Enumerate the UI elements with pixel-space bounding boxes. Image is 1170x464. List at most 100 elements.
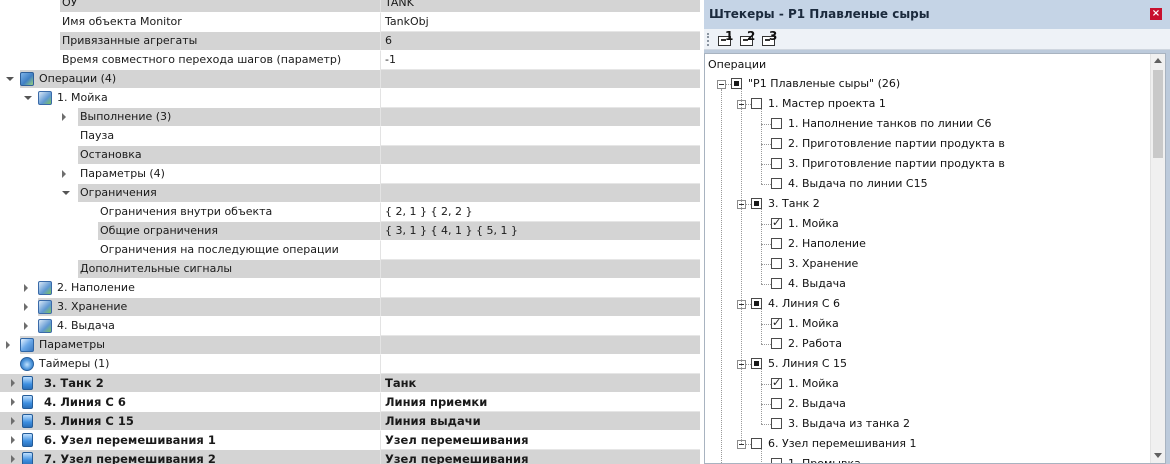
property-value[interactable]: -1	[380, 51, 700, 70]
tree-node[interactable]: 2. Работа	[705, 334, 1149, 354]
node-checkbox[interactable]	[771, 398, 782, 409]
node-checkbox[interactable]	[751, 198, 762, 209]
property-row[interactable]: 5. Линия С 15 Линия выдачи	[0, 412, 700, 431]
expand-arrow-icon[interactable]	[62, 170, 66, 178]
property-value[interactable]	[380, 260, 700, 279]
expand-arrow-icon[interactable]	[11, 398, 15, 406]
tree-node[interactable]: 2. Приготовление партии продукта в	[705, 134, 1149, 154]
collapse-toggle-icon[interactable]	[717, 80, 726, 89]
node-checkbox[interactable]	[771, 238, 782, 249]
property-value[interactable]	[380, 355, 700, 374]
tree-node[interactable]: 1. Мастер проекта 1	[705, 94, 1149, 114]
level-3-button[interactable]: 3	[760, 29, 779, 48]
node-checkbox[interactable]	[771, 216, 782, 229]
node-checkbox[interactable]	[771, 178, 782, 189]
property-row[interactable]: 7. Узел перемешивания 2 Узел перемешивани…	[0, 450, 700, 464]
node-checkbox[interactable]	[771, 258, 782, 269]
node-checkbox[interactable]	[771, 458, 782, 463]
node-checkbox[interactable]	[771, 418, 782, 429]
tree-node[interactable]: 1. Мойка	[705, 214, 1149, 234]
node-checkbox[interactable]	[771, 338, 782, 349]
tree-node[interactable]: 3. Хранение	[705, 254, 1149, 274]
tree-node[interactable]: 3. Выдача из танка 2	[705, 414, 1149, 434]
property-row[interactable]: Пауза	[0, 127, 700, 146]
property-value[interactable]	[380, 165, 700, 184]
property-row[interactable]: 3. Танк 2 Танк	[0, 374, 700, 393]
property-row[interactable]: 4. Линия С 6 Линия приемки	[0, 393, 700, 412]
property-value[interactable]	[380, 317, 700, 336]
property-value[interactable]	[380, 241, 700, 260]
property-value[interactable]: TANK	[380, 0, 700, 13]
expand-arrow-icon[interactable]	[6, 341, 10, 349]
tree-node[interactable]: 4. Линия С 6	[705, 294, 1149, 314]
expand-arrow-icon[interactable]	[24, 303, 28, 311]
node-checkbox[interactable]	[751, 358, 762, 369]
level-1-button[interactable]: 1	[716, 29, 735, 48]
tree-node[interactable]: 5. Линия С 15	[705, 354, 1149, 374]
property-row[interactable]: 6. Узел перемешивания 1 Узел перемешивани…	[0, 431, 700, 450]
property-row[interactable]: Параметры	[0, 336, 700, 355]
property-value[interactable]: Линия выдачи	[380, 412, 700, 431]
property-row[interactable]: 1. Мойка	[0, 89, 700, 108]
property-row[interactable]: 2. Наполение	[0, 279, 700, 298]
property-row[interactable]: Общие ограничения { 3, 1 } { 4, 1 } { 5, …	[0, 222, 700, 241]
node-checkbox[interactable]	[771, 118, 782, 129]
vertical-scrollbar[interactable]	[1150, 54, 1165, 463]
property-value[interactable]: TankObj	[380, 13, 700, 32]
level-2-button[interactable]: 2	[738, 29, 757, 48]
property-row[interactable]: Ограничения	[0, 184, 700, 203]
property-value[interactable]	[380, 279, 700, 298]
toolbar-grip-icon[interactable]	[707, 33, 711, 46]
property-row[interactable]: Таймеры (1)	[0, 355, 700, 374]
expand-arrow-icon[interactable]	[62, 113, 66, 121]
property-value[interactable]	[380, 127, 700, 146]
property-row[interactable]: Ограничения на последующие операции	[0, 241, 700, 260]
node-checkbox[interactable]	[751, 98, 762, 109]
node-checkbox[interactable]	[771, 138, 782, 149]
tree-node[interactable]: 3. Танк 2	[705, 194, 1149, 214]
property-row[interactable]: 3. Хранение	[0, 298, 700, 317]
property-value[interactable]	[380, 146, 700, 165]
tree-node[interactable]: 1. Промывка	[705, 454, 1149, 463]
expand-arrow-icon[interactable]	[24, 322, 28, 330]
expand-arrow-icon[interactable]	[24, 284, 28, 292]
node-checkbox[interactable]	[751, 298, 762, 309]
tree-node[interactable]: 6. Узел перемешивания 1	[705, 434, 1149, 454]
property-row[interactable]: Имя объекта Monitor TankObj	[0, 13, 700, 32]
tree-node[interactable]: 2. Наполение	[705, 234, 1149, 254]
property-value[interactable]: 6	[380, 32, 700, 51]
property-row[interactable]: Операции (4)	[0, 70, 700, 89]
tree-node[interactable]: 1. Наполнение танков по линии С6	[705, 114, 1149, 134]
property-row[interactable]: Дополнительные сигналы	[0, 260, 700, 279]
tree-node[interactable]: 3. Приготовление партии продукта в	[705, 154, 1149, 174]
property-value[interactable]	[380, 70, 700, 89]
property-value[interactable]	[380, 89, 700, 108]
scroll-up-icon[interactable]	[1154, 58, 1162, 63]
property-value[interactable]: Линия приемки	[380, 393, 700, 412]
property-row[interactable]: ОУ TANK	[0, 0, 700, 13]
property-value[interactable]	[380, 184, 700, 203]
tree-node[interactable]: 1. Мойка	[705, 314, 1149, 334]
close-button[interactable]: ×	[1150, 8, 1162, 20]
node-checkbox[interactable]	[731, 78, 742, 89]
property-value[interactable]: Узел перемешивания	[380, 450, 700, 464]
node-checkbox[interactable]	[771, 316, 782, 329]
expand-arrow-icon[interactable]	[11, 379, 15, 387]
node-checkbox[interactable]	[771, 278, 782, 289]
scroll-thumb[interactable]	[1153, 70, 1163, 158]
property-row[interactable]: Остановка	[0, 146, 700, 165]
tree-node[interactable]: 4. Выдача	[705, 274, 1149, 294]
node-checkbox[interactable]	[771, 158, 782, 169]
collapse-arrow-icon[interactable]	[24, 96, 32, 100]
property-row[interactable]: Привязанные агрегаты 6	[0, 32, 700, 51]
property-value[interactable]: { 3, 1 } { 4, 1 } { 5, 1 }	[380, 222, 700, 241]
collapse-arrow-icon[interactable]	[62, 191, 70, 195]
property-value[interactable]	[380, 108, 700, 127]
tree-node[interactable]: "Р1 Плавленые сыры" (26)	[705, 74, 1149, 94]
node-checkbox[interactable]	[771, 376, 782, 389]
expand-arrow-icon[interactable]	[11, 436, 15, 444]
property-row[interactable]: 4. Выдача	[0, 317, 700, 336]
collapse-arrow-icon[interactable]	[6, 77, 14, 81]
tree-node[interactable]: 1. Мойка	[705, 374, 1149, 394]
property-value[interactable]	[380, 298, 700, 317]
